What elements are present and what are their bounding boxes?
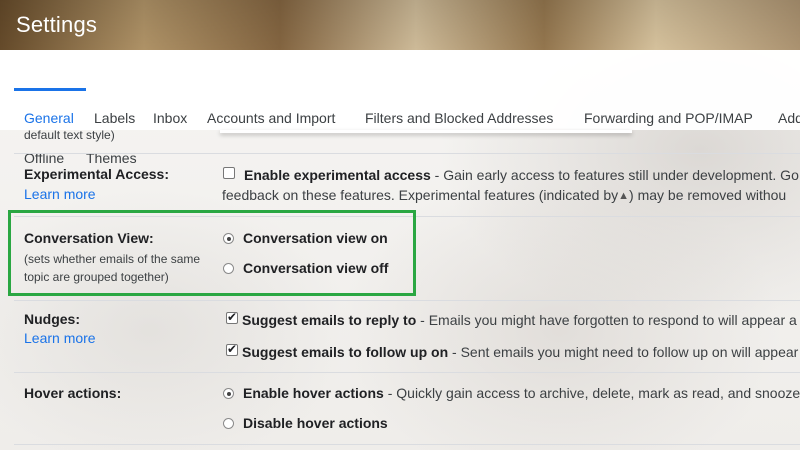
tab-labels[interactable]: Labels xyxy=(94,110,135,126)
tab-filters-and-blocked-addresses[interactable]: Filters and Blocked Addresses xyxy=(365,110,553,126)
divider xyxy=(14,372,800,373)
tab-inbox[interactable]: Inbox xyxy=(153,110,187,126)
disable-hover-actions-label: Disable hover actions xyxy=(243,415,388,431)
signature-editor-edge xyxy=(220,130,632,133)
experimental-access-option: Enable experimental access - Gain early … xyxy=(244,167,799,183)
suggest-reply-option: Suggest emails to reply to - Emails you … xyxy=(242,312,797,328)
highlight-box xyxy=(8,210,416,296)
suggest-reply-desc: - Emails you might have forgotten to res… xyxy=(416,312,797,328)
suggest-follow-up-desc: - Sent emails you might need to follow u… xyxy=(448,344,799,360)
flask-icon: ▲ xyxy=(618,190,630,203)
page-title: Settings xyxy=(16,12,98,37)
active-tab-indicator xyxy=(14,88,86,91)
suggest-reply-label: Suggest emails to reply to xyxy=(242,312,417,328)
settings-tabs: General Labels Inbox Accounts and Import… xyxy=(0,50,800,166)
experimental-access-desc-line2: feedback on these features. Experimental… xyxy=(222,187,786,203)
tab-general[interactable]: General xyxy=(24,110,74,126)
nudges-label: Nudges: xyxy=(24,311,80,327)
enable-hover-actions-radio[interactable] xyxy=(223,388,234,399)
divider xyxy=(14,153,800,154)
previous-setting-text: default text style) xyxy=(24,128,115,142)
disable-hover-actions-radio[interactable] xyxy=(223,418,234,429)
enable-hover-actions-desc: - Quickly gain access to archive, delete… xyxy=(383,385,800,401)
divider xyxy=(14,444,800,445)
experimental-learn-more-link[interactable]: Learn more xyxy=(24,186,96,202)
divider xyxy=(14,300,800,301)
suggest-reply-checkbox[interactable] xyxy=(226,310,238,324)
settings-content: default text style) Experimental Access:… xyxy=(0,128,800,450)
experimental-access-desc: - Gain early access to features still un… xyxy=(430,167,799,183)
tab-accounts-and-import[interactable]: Accounts and Import xyxy=(207,110,335,126)
experimental-access-option-label: Enable experimental access xyxy=(244,167,431,183)
suggest-follow-up-option: Suggest emails to follow up on - Sent em… xyxy=(242,344,798,360)
header-banner xyxy=(0,0,800,50)
experimental-access-checkbox[interactable] xyxy=(223,167,235,179)
disable-hover-actions-option: Disable hover actions xyxy=(243,415,388,431)
tab-forwarding-and-pop-imap[interactable]: Forwarding and POP/IMAP xyxy=(584,110,753,126)
tab-add-ons[interactable]: Add xyxy=(778,110,800,126)
enable-hover-actions-label: Enable hover actions xyxy=(243,385,384,401)
suggest-follow-up-checkbox[interactable] xyxy=(226,342,238,356)
experimental-access-label: Experimental Access: xyxy=(24,166,169,182)
experimental-desc-part-b: ) may be removed withou xyxy=(629,187,787,203)
hover-actions-label: Hover actions: xyxy=(24,385,122,401)
experimental-desc-part-a: feedback on these features. Experimental… xyxy=(222,187,619,203)
enable-hover-actions-option: Enable hover actions - Quickly gain acce… xyxy=(243,385,800,401)
nudges-learn-more-link[interactable]: Learn more xyxy=(24,330,96,346)
suggest-follow-up-label: Suggest emails to follow up on xyxy=(242,344,449,360)
